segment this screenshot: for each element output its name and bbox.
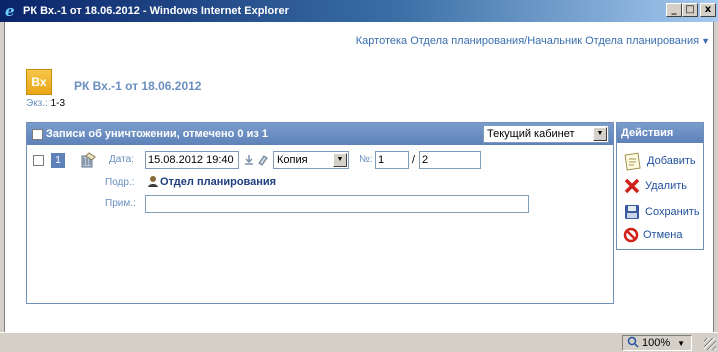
records-header: Записи об уничтожении, отмечено 0 из 1 Т… bbox=[27, 123, 613, 145]
internet-explorer-icon: e bbox=[4, 3, 20, 19]
note-label: Прим.: bbox=[105, 198, 136, 209]
add-note-icon bbox=[624, 152, 641, 171]
copy-type-value: Копия bbox=[277, 154, 308, 166]
document-type-badge: Вх bbox=[26, 69, 52, 95]
window-title: РК Вх.-1 от 18.06.2012 - Windows Interne… bbox=[23, 5, 289, 17]
actions-header: Действия bbox=[617, 123, 703, 143]
add-label[interactable]: Добавить bbox=[647, 155, 696, 167]
zoom-level: 100% bbox=[642, 337, 671, 349]
record-checkbox[interactable] bbox=[33, 155, 44, 166]
svg-text:e: e bbox=[5, 4, 15, 18]
select-all-checkbox[interactable] bbox=[32, 128, 43, 140]
floppy-icon bbox=[625, 205, 639, 219]
number-separator: / bbox=[412, 154, 416, 166]
cancel-label[interactable]: Отмена bbox=[643, 229, 682, 241]
copy-total-input[interactable]: 2 bbox=[419, 151, 481, 169]
copies-value: 1-3 bbox=[50, 98, 66, 109]
cancel-icon bbox=[623, 227, 639, 243]
number-label: №: bbox=[359, 154, 373, 165]
document-title: РК Вх.-1 от 18.06.2012 bbox=[74, 79, 202, 93]
breadcrumb[interactable]: Картотека Отдела планирования/Начальник … bbox=[356, 35, 710, 47]
note-input[interactable] bbox=[145, 195, 529, 213]
copies-label: Экз.: bbox=[26, 98, 48, 109]
zoom-icon bbox=[627, 336, 639, 351]
record-row: 1 Дата: 15.08.2012 19:40 Копия ▼ №: 1 / … bbox=[27, 151, 613, 171]
dropdown-arrow-icon[interactable]: ▼ bbox=[701, 36, 710, 46]
cabinet-select-value: Текущий кабинет bbox=[487, 128, 575, 140]
actions-panel: Действия Добавить Удалить Сохранить Отме… bbox=[616, 122, 704, 250]
save-label[interactable]: Сохранить bbox=[645, 206, 700, 218]
delete-button[interactable]: Удалить bbox=[623, 177, 687, 195]
chevron-down-icon[interactable]: ▼ bbox=[333, 153, 347, 167]
resize-grip[interactable] bbox=[704, 338, 716, 350]
minimize-button[interactable]: _ bbox=[666, 3, 682, 17]
chevron-down-icon[interactable]: ▼ bbox=[677, 339, 685, 348]
copy-number-input[interactable]: 1 bbox=[375, 151, 409, 169]
department-icon bbox=[147, 175, 159, 191]
date-input[interactable]: 15.08.2012 19:40 bbox=[145, 151, 239, 169]
eraser-icon[interactable] bbox=[257, 154, 269, 166]
close-button[interactable]: x bbox=[700, 3, 716, 17]
status-bar: 100% ▼ bbox=[0, 332, 718, 352]
date-label: Дата: bbox=[109, 154, 134, 165]
destruction-icon bbox=[79, 151, 97, 169]
breadcrumb-text[interactable]: Картотека Отдела планирования/Начальник … bbox=[356, 35, 699, 47]
maximize-button[interactable]: □ bbox=[682, 3, 698, 17]
copies-info: Экз.: 1-3 bbox=[26, 98, 65, 109]
save-button[interactable]: Сохранить bbox=[623, 203, 700, 221]
delete-label[interactable]: Удалить bbox=[645, 180, 687, 192]
download-icon[interactable] bbox=[243, 154, 255, 166]
add-button[interactable]: Добавить bbox=[623, 151, 696, 171]
record-number: 1 bbox=[51, 153, 65, 168]
records-header-text: Записи об уничтожении, отмечено 0 из 1 bbox=[46, 128, 269, 140]
copy-type-select[interactable]: Копия ▼ bbox=[273, 151, 349, 169]
zoom-control[interactable]: 100% ▼ bbox=[622, 335, 692, 351]
department-label: Подр.: bbox=[105, 177, 135, 188]
cancel-button[interactable]: Отмена bbox=[623, 227, 682, 243]
cabinet-select[interactable]: Текущий кабинет ▼ bbox=[483, 125, 609, 143]
window-titlebar: e РК Вх.-1 от 18.06.2012 - Windows Inter… bbox=[0, 0, 718, 22]
chevron-down-icon[interactable]: ▼ bbox=[593, 127, 607, 141]
destruction-records-panel: Записи об уничтожении, отмечено 0 из 1 Т… bbox=[26, 122, 614, 304]
department-link[interactable]: Отдел планирования bbox=[160, 176, 276, 188]
delete-x-icon bbox=[624, 178, 640, 194]
